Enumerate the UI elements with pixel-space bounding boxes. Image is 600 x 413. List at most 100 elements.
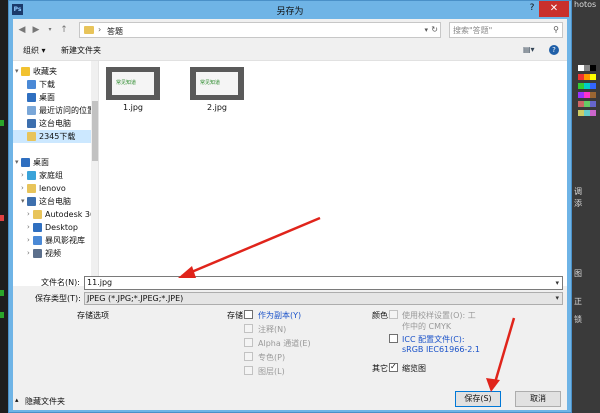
nav-item-lenovo[interactable]: › lenovo (13, 182, 98, 195)
layers-label: 图层(L) (258, 367, 285, 376)
icc-label[interactable]: ICC 配置文件(C): (402, 334, 465, 345)
nav-item-homegroup[interactable]: › 家庭组 (13, 169, 98, 182)
file-item[interactable]: 常见知道 2.jpg (189, 67, 245, 127)
cancel-button[interactable]: 取消 (515, 391, 561, 407)
hide-folders-label: 隐藏文件夹 (25, 397, 65, 406)
notes-label: 注释(N) (258, 325, 287, 334)
alpha-checkbox[interactable] (244, 338, 253, 347)
save-as-dialog: Ps 另存为 ? ✕ ◀ ▶ ▾ ↑ › 答题 ▾ ↻ ⚲ 组织 ▾ 新建文件夹… (8, 0, 572, 413)
file-item[interactable]: 常见知道 1.jpg (105, 67, 161, 127)
panel-label: 锁 (574, 315, 582, 324)
nav-item-label: 暴风影视库 (45, 236, 85, 245)
breadcrumb-current[interactable]: 答题 (107, 26, 123, 37)
alpha-label: Alpha 通道(E) (258, 339, 311, 348)
chevron-right-icon[interactable]: › (27, 247, 30, 260)
nav-item-label: 视频 (45, 249, 61, 258)
nav-item-label: 下载 (39, 80, 55, 89)
filetype-select[interactable]: JPEG (*.JPG;*.JPEG;*.JPE) ▾ (84, 292, 563, 305)
use-proof-checkbox[interactable] (389, 310, 398, 319)
icc-profile-value: sRGB IEC61966-2.1 (402, 345, 481, 354)
chevron-right-icon[interactable]: › (21, 169, 24, 182)
thumbnail-text: 常见知道 (200, 80, 221, 86)
notes-checkbox[interactable] (244, 324, 253, 333)
nav-item-favorites[interactable]: ▾ 收藏夹 (13, 65, 98, 78)
chevron-down-icon[interactable]: ▾ (555, 293, 559, 304)
nav-item-downloads[interactable]: 下载 (13, 78, 98, 91)
recent-dropdown-icon[interactable]: ▾ (45, 25, 55, 35)
thumbnail-checkbox[interactable] (389, 362, 398, 372)
back-arrow-icon[interactable]: ◀ (17, 25, 27, 35)
desktop-icon (27, 93, 36, 102)
thumbnail-label: 缩览图 (402, 364, 426, 373)
storage-label: 存储: (227, 311, 246, 320)
search-box[interactable]: ⚲ (449, 22, 563, 38)
chevron-right-icon[interactable]: › (21, 182, 24, 195)
use-proof-label-2: 作中的 CMYK (402, 322, 452, 331)
nav-item-2345-downloads[interactable]: 2345下载 (13, 130, 98, 143)
nav-item-label: 桌面 (33, 158, 49, 167)
hide-folders-toggle[interactable]: ▴ 隐藏文件夹 (15, 396, 65, 407)
recent-places-icon (27, 106, 36, 115)
nav-item-label: lenovo (39, 184, 66, 193)
address-bar[interactable]: › 答题 ▾ ↻ (79, 22, 441, 38)
forward-arrow-icon[interactable]: ▶ (31, 25, 41, 35)
chevron-right-icon[interactable]: › (27, 221, 30, 234)
chevron-right-icon[interactable]: › (27, 234, 30, 247)
nav-item-label: 最近访问的位置 (39, 106, 95, 115)
file-list[interactable]: 常见知道 1.jpg 常见知道 2.jpg (99, 61, 567, 286)
save-options-label: 存储选项 (77, 311, 109, 320)
layers-checkbox[interactable] (244, 366, 253, 375)
nav-item-autodesk[interactable]: › Autodesk 360 (13, 208, 98, 221)
icc-checkbox[interactable] (389, 334, 398, 343)
save-button[interactable]: 保存(S) (455, 391, 501, 407)
help-icon[interactable]: ? (549, 45, 559, 55)
nav-item-label: 桌面 (39, 93, 55, 102)
chevron-down-icon[interactable]: ▾ (15, 65, 19, 78)
nav-item-label: 2345下载 (39, 132, 76, 141)
panel-label: 调 (574, 187, 582, 196)
new-folder-button[interactable]: 新建文件夹 (61, 45, 101, 56)
refresh-icon[interactable]: ↻ (431, 25, 438, 34)
nav-scrollbar[interactable] (91, 61, 98, 286)
filetype-value: JPEG (*.JPG;*.JPEG;*.JPE) (87, 294, 184, 303)
chevron-down-icon[interactable]: ▾ (21, 195, 25, 208)
organize-menu[interactable]: 组织 ▾ (23, 45, 46, 56)
as-copy-label[interactable]: 作为副本(Y) (258, 310, 301, 321)
panel-label: 图 (574, 269, 582, 278)
nav-item-label: Desktop (45, 223, 78, 232)
nav-item-this-pc-root[interactable]: ▾ 这台电脑 (13, 195, 98, 208)
spot-checkbox[interactable] (244, 352, 253, 361)
help-icon[interactable]: ? (525, 3, 539, 16)
chevron-down-icon[interactable]: ▾ (424, 26, 428, 34)
as-copy-checkbox[interactable] (244, 310, 253, 319)
navigation-pane[interactable]: ▾ 收藏夹 下载 桌面 最近访问的位置 这台电脑 2345下载 ▾ 桌面 › 家… (13, 61, 99, 286)
nav-item-label: 收藏夹 (33, 67, 57, 76)
chevron-down-icon[interactable]: ▾ (555, 277, 559, 289)
chevron-right-icon[interactable]: › (27, 208, 30, 221)
chevron-right-icon[interactable]: › (98, 25, 101, 34)
nav-item-desktop[interactable]: 桌面 (13, 91, 98, 104)
nav-item-baofeng[interactable]: › 暴风影视库 (13, 234, 98, 247)
nav-item-desktop-root[interactable]: ▾ 桌面 (13, 156, 98, 169)
close-button[interactable]: ✕ (539, 1, 569, 17)
folder-icon (33, 223, 42, 232)
color-swatches[interactable] (578, 64, 596, 118)
nav-item-recent-places[interactable]: 最近访问的位置 (13, 104, 98, 117)
search-input[interactable] (453, 23, 549, 37)
view-options-icon[interactable]: ▤▾ (523, 45, 535, 55)
folder-icon (33, 236, 42, 245)
chevron-down-icon[interactable]: ▾ (15, 156, 19, 169)
color-label: 颜色: (372, 311, 391, 320)
nav-item-videos[interactable]: › 视频 (13, 247, 98, 260)
search-icon[interactable]: ⚲ (553, 25, 559, 34)
background-app-right: hotos 调 添 图 正 锁 (572, 0, 600, 413)
nav-item-desktop-folder[interactable]: › Desktop (13, 221, 98, 234)
download-folder-icon (27, 80, 36, 89)
filename-input[interactable]: 11.jpg ▾ (84, 276, 563, 290)
toolbar: 组织 ▾ 新建文件夹 ▤▾ ? (13, 41, 567, 61)
scrollbar-thumb[interactable] (92, 101, 98, 161)
nav-item-this-pc[interactable]: 这台电脑 (13, 117, 98, 130)
up-arrow-icon[interactable]: ↑ (59, 25, 69, 35)
background-app-title: hotos (574, 0, 597, 9)
title-bar[interactable]: Ps 另存为 ? ✕ (9, 1, 571, 19)
